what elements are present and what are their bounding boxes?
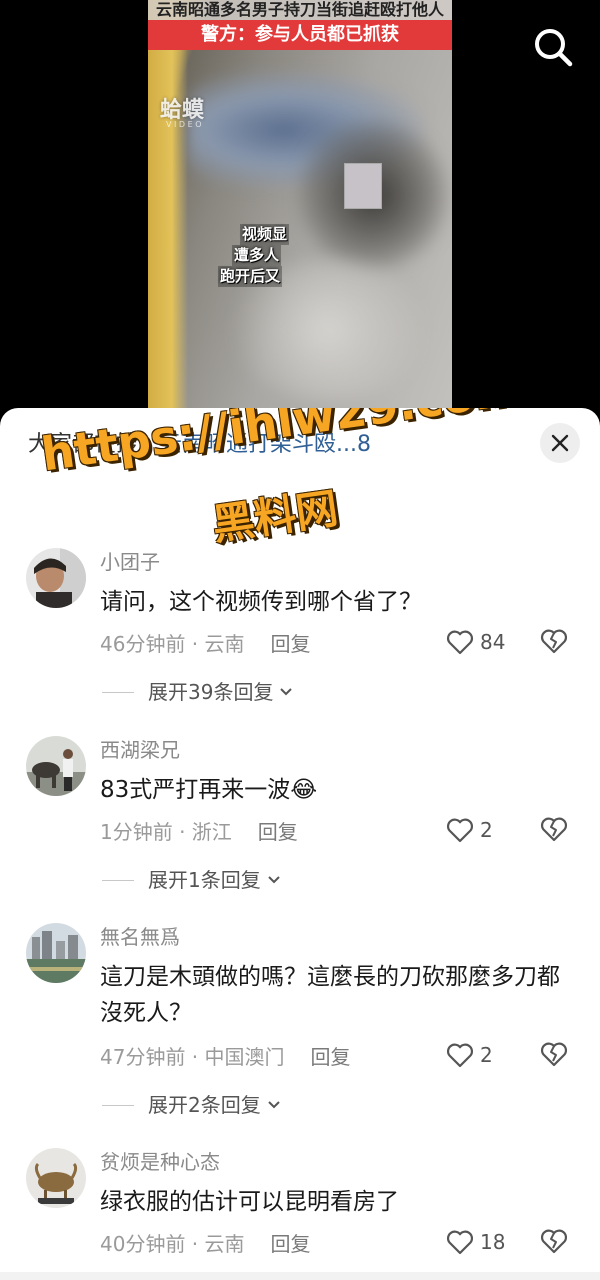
avatar-image [26, 923, 86, 983]
video-frame[interactable] [148, 0, 452, 412]
mosaic-patch [344, 163, 382, 209]
heart-outline-icon [446, 1230, 474, 1255]
hot-search-prefix: 大家都在搜： [28, 432, 161, 457]
like-button[interactable]: 2 [446, 1041, 493, 1069]
like-button[interactable]: 2 [446, 816, 493, 844]
comment-text: 這刀是木頭做的嗎？這麼長的刀砍那麼多刀都沒死人？ [100, 964, 560, 1026]
video-caption-line: 遭多人 [232, 245, 282, 266]
comment-meta: 47分钟前 · 中国澳门 回复 [100, 1043, 351, 1071]
expand-replies-button[interactable]: 展开1条回复 [102, 866, 283, 894]
chevron-down-icon [280, 688, 293, 696]
video-player[interactable]: 云南昭通多名男子持刀当街追赶殴打他人 警方：参与人员都已抓获 蛤蟆 V I D … [0, 0, 600, 420]
comment-text: 请问，这个视频传到哪个省了？ [100, 589, 422, 615]
broken-heart-icon [540, 629, 568, 654]
expand-divider [102, 1104, 134, 1106]
expand-replies-label: 展开39条回复 [148, 680, 274, 704]
broken-heart-icon [540, 817, 568, 842]
comment-sheet: 大家都在搜：云南昭通打架斗殴...8 小团子 请问，这个视频传到哪个省了？ 46… [0, 408, 600, 1280]
search-icon [535, 29, 573, 67]
avatar[interactable] [26, 736, 86, 796]
comment-username[interactable]: 贫烦是种心态 [100, 1148, 220, 1176]
hot-search-bar[interactable]: 大家都在搜：云南昭通打架斗殴...8 [28, 430, 371, 460]
reply-button[interactable]: 回复 [311, 1045, 351, 1069]
broken-heart-icon [540, 1229, 568, 1254]
expand-replies-label: 展开1条回复 [148, 868, 261, 892]
chevron-down-icon [268, 1101, 280, 1109]
comment-item: 小团子 请问，这个视频传到哪个省了？ 46分钟前 · 云南 回复 84 展开39条… [0, 548, 600, 718]
like-count: 84 [480, 630, 506, 654]
search-button[interactable] [532, 26, 574, 68]
sheet-bottom-edge [0, 1272, 600, 1280]
avatar-image [26, 1148, 86, 1208]
comment-text: 绿衣服的估计可以昆明看房了 [100, 1189, 399, 1215]
comment-item: 無名無爲 這刀是木頭做的嗎？這麼長的刀砍那麼多刀都沒死人？ 47分钟前 · 中国… [0, 923, 600, 1133]
heart-outline-icon [446, 630, 474, 655]
comment-item: 西湖梁兄 83式严打再来一波😂 1分钟前 · 浙江 回复 2 展开1条回复 [0, 736, 600, 906]
video-blur-region [148, 0, 188, 412]
close-button[interactable] [540, 423, 580, 463]
like-count: 18 [480, 1230, 506, 1254]
expand-replies-label: 展开2条回复 [148, 1093, 261, 1117]
expand-divider [102, 879, 134, 881]
avatar-image [26, 548, 86, 608]
reply-button[interactable]: 回复 [271, 632, 311, 656]
avatar[interactable] [26, 548, 86, 608]
like-count: 2 [480, 818, 493, 842]
expand-replies-button[interactable]: 展开2条回复 [102, 1091, 283, 1119]
hot-search-term[interactable]: 云南昭通打架斗殴...8 [160, 432, 371, 457]
channel-logo-sub: V I D E O [166, 120, 202, 129]
heart-outline-icon [446, 818, 474, 843]
video-caption: 视频显 遭多人 跑开后又 [218, 224, 290, 287]
video-caption-line: 跑开后又 [218, 266, 283, 287]
like-button[interactable]: 84 [446, 628, 505, 656]
close-icon [551, 434, 569, 452]
like-button[interactable]: 18 [446, 1228, 505, 1256]
dislike-button[interactable] [540, 628, 568, 658]
comment-username[interactable]: 西湖梁兄 [100, 736, 180, 764]
comment-time-location: 47分钟前 · 中国澳门 [100, 1045, 285, 1069]
avatar[interactable] [26, 923, 86, 983]
comment-item: 贫烦是种心态 绿衣服的估计可以昆明看房了 40分钟前 · 云南 回复 18 [0, 1148, 600, 1272]
comment-text: 83式严打再来一波😂 [100, 777, 318, 803]
like-count: 2 [480, 1043, 493, 1067]
chevron-down-icon [268, 876, 280, 884]
comment-meta: 46分钟前 · 云南 回复 [100, 630, 311, 658]
comment-username[interactable]: 無名無爲 [100, 923, 180, 951]
broken-heart-icon [540, 1042, 568, 1067]
dislike-button[interactable] [540, 816, 568, 846]
video-headline: 云南昭通多名男子持刀当街追赶殴打他人 [148, 0, 452, 22]
comment-meta: 1分钟前 · 浙江 回复 [100, 818, 298, 846]
comment-meta: 40分钟前 · 云南 回复 [100, 1230, 311, 1258]
comment-time-location: 1分钟前 · 浙江 [100, 820, 232, 844]
comment-username[interactable]: 小团子 [100, 548, 160, 576]
reply-button[interactable]: 回复 [271, 1232, 311, 1256]
dislike-button[interactable] [540, 1228, 568, 1258]
heart-outline-icon [446, 1043, 474, 1068]
reply-button[interactable]: 回复 [258, 820, 298, 844]
watermark-name: 黑料网 [209, 483, 341, 550]
comment-time-location: 46分钟前 · 云南 [100, 632, 245, 656]
avatar[interactable] [26, 1148, 86, 1208]
avatar-image [26, 736, 86, 796]
expand-divider [102, 691, 134, 693]
comment-time-location: 40分钟前 · 云南 [100, 1232, 245, 1256]
video-caption-line: 视频显 [240, 224, 290, 245]
video-headline-banner: 警方：参与人员都已抓获 [148, 20, 452, 50]
dislike-button[interactable] [540, 1041, 568, 1071]
expand-replies-button[interactable]: 展开39条回复 [102, 678, 295, 706]
